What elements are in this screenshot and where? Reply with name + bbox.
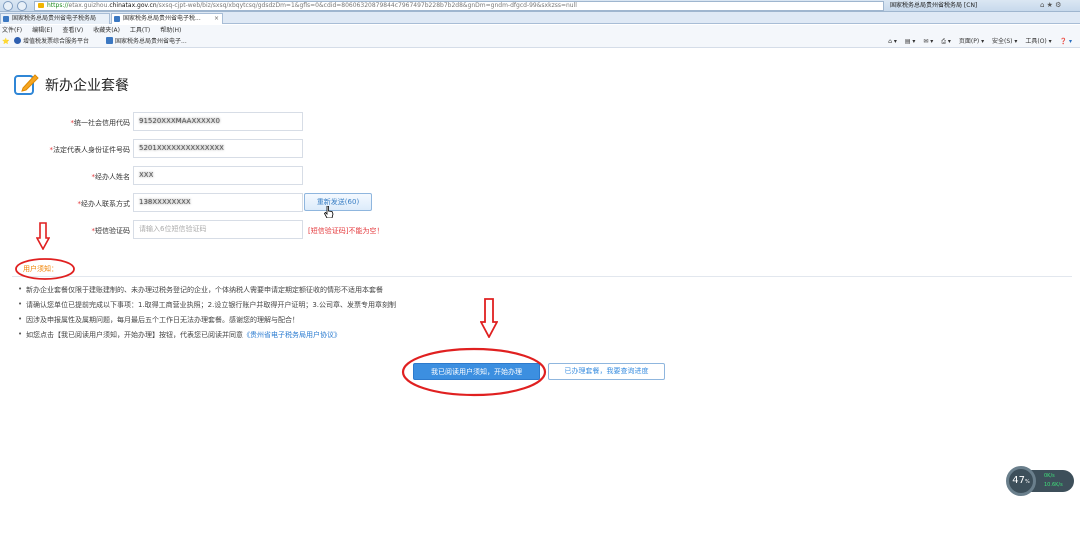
- home-icon[interactable]: ⌂ ▾: [888, 38, 897, 45]
- forward-button[interactable]: [17, 1, 27, 11]
- agent-name-label: *经办人姓名: [91, 173, 131, 181]
- menu-safety[interactable]: 安全(S) ▾: [992, 38, 1017, 45]
- notice-title: 用户须知：: [23, 265, 58, 273]
- help-icon[interactable]: ❓ ▾: [1060, 38, 1072, 45]
- menu-view[interactable]: 查看(V): [62, 25, 83, 36]
- lock-icon: [38, 3, 44, 8]
- user-agreement-link[interactable]: 《贵州省电子税务局用户协议》: [243, 331, 341, 339]
- agent-phone-input[interactable]: 138XXXXXXXX: [133, 193, 303, 212]
- site-identity[interactable]: 国家税务总局贵州省税务局 [CN]: [890, 1, 1030, 11]
- agent-name-input[interactable]: XXX: [133, 166, 303, 185]
- address-bar-area: https://etax.guizhou.chinatax.gov.cn/sxs…: [0, 0, 1080, 12]
- notice-item: 请确认您单位已提前完成以下事项：1.取得工商营业执照；2.设立银行账户并取得开户…: [18, 300, 396, 310]
- credit-code-input[interactable]: 91520XXXMAAXXXXX0: [133, 112, 303, 131]
- menu-page[interactable]: 页面(P) ▾: [959, 38, 984, 45]
- notice-header: 用户须知：: [12, 259, 1072, 277]
- download-speed: 10.6K/s: [1044, 482, 1063, 488]
- feeds-icon[interactable]: ▤ ▾: [905, 38, 916, 45]
- menu-favorites[interactable]: 收藏夹(A): [93, 25, 120, 36]
- tab-etax-home[interactable]: 国家税务总局贵州省电子税务局: [0, 13, 110, 24]
- legal-rep-id-label: *法定代表人身份证件号码: [49, 146, 131, 154]
- network-speed: 0K/s 10.6K/s: [1030, 470, 1074, 492]
- sms-code-label: *短信验证码: [91, 227, 131, 235]
- hand-cursor-icon: [324, 206, 334, 218]
- page-title: 新办企业套餐: [45, 78, 129, 94]
- legal-rep-id-input[interactable]: 5201XXXXXXXXXXXXXX: [133, 139, 303, 158]
- window-controls[interactable]: ⌂ ★ ⚙: [1040, 1, 1061, 9]
- notice-item: 如您点击【我已阅读用户须知，开始办理】按钮，代表您已阅读并同意《贵州省电子税务局…: [18, 330, 341, 340]
- notice-item: 因涉及申报属性及属期问题，每月最后五个工作日无法办理套餐。感谢您的理解与配合！: [18, 315, 299, 325]
- network-monitor-widget[interactable]: 0K/s 10.6K/s 47%: [1006, 466, 1074, 496]
- close-tab-icon[interactable]: ×: [214, 14, 219, 24]
- start-application-button[interactable]: 我已阅读用户须知，开始办理: [413, 363, 540, 380]
- tab-etax-current[interactable]: 国家税务总局贵州省电子税... ×: [111, 13, 223, 24]
- page-icon: [106, 37, 113, 44]
- globe-icon: [14, 37, 21, 44]
- pencil-icon: [14, 74, 39, 95]
- menu-help[interactable]: 帮助(H): [160, 25, 181, 36]
- tab-favicon-icon: [3, 16, 9, 22]
- menu-bar: 文件(F) 编辑(E) 查看(V) 收藏夹(A) 工具(T) 帮助(H): [0, 25, 1080, 36]
- menu-file[interactable]: 文件(F): [2, 25, 22, 36]
- command-bar: ⌂ ▾ ▤ ▾ ✉ ▾ ⎙ ▾ 页面(P) ▾ 安全(S) ▾ 工具(O) ▾ …: [882, 36, 1072, 48]
- favorites-bar: ⭐ 增值税发票综合服务平台 国家税务总局贵州省电子... ⌂ ▾ ▤ ▾ ✉ ▾…: [0, 36, 1080, 48]
- print-icon[interactable]: ⎙ ▾: [941, 38, 951, 45]
- favorites-star-icon[interactable]: ⭐: [2, 36, 9, 48]
- tab-strip: 国家税务总局贵州省电子税务局 国家税务总局贵州省电子税... ×: [0, 12, 1080, 24]
- query-progress-button[interactable]: 已办理套餐，我要查询进度: [548, 363, 665, 380]
- mail-icon[interactable]: ✉ ▾: [923, 38, 933, 45]
- back-button[interactable]: [3, 1, 13, 11]
- url-field[interactable]: https://etax.guizhou.chinatax.gov.cn/sxs…: [34, 1, 884, 11]
- resend-sms-button[interactable]: 重新发送(60): [304, 193, 372, 211]
- sms-code-input[interactable]: 请输入6位短信验证码: [133, 220, 303, 239]
- agent-phone-label: *经办人联系方式: [77, 200, 131, 208]
- usage-gauge: 47%: [1006, 466, 1036, 496]
- favorite-invoice-platform[interactable]: 增值税发票综合服务平台: [14, 36, 89, 48]
- menu-tools[interactable]: 工具(T): [130, 25, 150, 36]
- menu-tools-cmd[interactable]: 工具(O) ▾: [1025, 38, 1051, 45]
- tab-favicon-icon: [114, 16, 120, 22]
- upload-speed: 0K/s: [1044, 473, 1055, 479]
- notice-item: 新办企业套餐仅限于建账建制的、未办理过税务登记的企业，个体纳税人需要申请定期定额…: [18, 285, 383, 295]
- credit-code-label: *统一社会信用代码: [70, 119, 131, 127]
- favorite-etax[interactable]: 国家税务总局贵州省电子...: [106, 36, 187, 48]
- sms-error-message: [短信验证码]不能为空！: [308, 227, 384, 235]
- menu-edit[interactable]: 编辑(E): [32, 25, 52, 36]
